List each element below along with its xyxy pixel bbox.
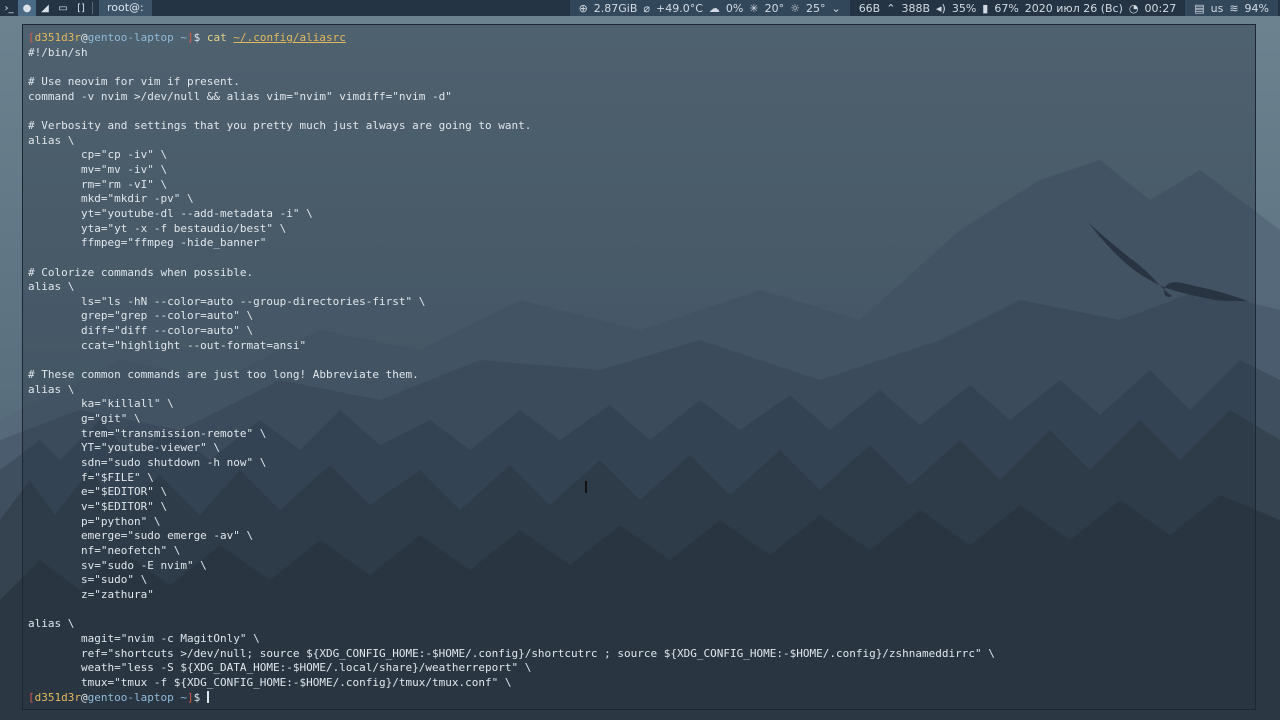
terminal-line: ccat="highlight --out-format=ansi"	[80, 338, 307, 352]
prompt-final: [d351d3r@gentoo-laptop ~]$	[28, 690, 207, 704]
terminal-line: ls="ls -hN --color=auto --group-director…	[80, 294, 426, 308]
volume-icon[interactable]: ◂)	[936, 2, 946, 15]
terminal-line: # Use neovim for vim if present.	[28, 74, 240, 88]
weather-temp: 25°	[805, 1, 826, 15]
gentoo-icon[interactable]: ●	[18, 0, 36, 16]
snowflake-icon: ✳	[749, 1, 759, 15]
network-stats: 66B ⌃ 388B ◂) 35% ▮ 67% 2020 июл 26 (Вс)…	[849, 0, 1186, 16]
terminal-line: alias \	[28, 382, 75, 396]
terminal-line: yta="yt -x -f bestaudio/best" \	[80, 221, 287, 235]
terminal-line: ref="shortcuts >/dev/null; source ${XDG_…	[80, 646, 995, 660]
display-icon[interactable]: ▭	[54, 0, 72, 16]
terminal-line: mv="mv -iv" \	[80, 162, 168, 176]
terminal-line: s="sudo" \	[80, 573, 148, 587]
terminal-line: rm="rm -vI" \	[80, 177, 168, 191]
weather-low: 20°	[764, 1, 785, 15]
cpu-temp: +49.0°C	[656, 1, 703, 15]
terminal-line: f="$FILE" \	[80, 470, 154, 484]
terminal-line: grep="grep --color=auto" \	[80, 309, 254, 323]
mouse-ibeam-cursor	[585, 481, 587, 493]
wifi-strength: 94%	[1244, 1, 1269, 15]
sun-icon: ☼	[790, 1, 800, 15]
cloud-icon: ☁	[708, 1, 720, 15]
terminal-line: z="zathura"	[80, 587, 154, 601]
terminal-window[interactable]: [d351d3r@gentoo-laptop ~]$ cat ~/.config…	[22, 24, 1256, 710]
misc-stats: ▤ us ≋ 94%	[1185, 0, 1278, 16]
terminal-line: sv="sudo -E nvim" \	[80, 558, 207, 572]
terminal-line: yt="youtube-dl --add-metadata -i" \	[80, 206, 313, 220]
battery-level: 67%	[994, 1, 1019, 15]
terminal-line: command -v nvim >/dev/null && alias vim=…	[28, 89, 452, 103]
upload-rate: 388B	[901, 1, 930, 15]
terminal-line: YT="youtube-viewer" \	[80, 441, 221, 455]
keyboard-layout[interactable]: us	[1211, 2, 1224, 15]
terminal-line: tmux="tmux -f ${XDG_CONFIG_HOME:-$HOME/.…	[80, 675, 512, 689]
terminal-line: # Verbosity and settings that you pretty…	[28, 118, 532, 132]
file-contents: #!/bin/sh # Use neovim for vim if presen…	[28, 46, 995, 689]
telegram-icon[interactable]: ◢	[36, 0, 54, 16]
terminal-line: magit="nvim -c MagitOnly" \	[80, 631, 260, 645]
battery-icon: ▮	[982, 1, 989, 15]
terminal-line: e="$EDITOR" \	[80, 485, 168, 499]
chevron-down-icon[interactable]: ⌄	[831, 2, 840, 15]
terminal-line: nf="neofetch" \	[80, 543, 181, 557]
wifi-icon: ≋	[1229, 1, 1239, 15]
terminal-line: sdn="sudo shutdown -h now" \	[80, 456, 267, 470]
terminal-line: # These common commands are just too lon…	[28, 368, 419, 382]
memory-usage: 2.87GiB	[593, 1, 638, 15]
terminal-line: g="git" \	[80, 412, 141, 426]
command: cat	[206, 31, 227, 44]
download-rate: 66B	[858, 1, 881, 15]
terminal-line: ka="killall" \	[80, 397, 174, 411]
terminal-icon[interactable]: ›_	[0, 0, 18, 16]
terminal-line: alias \	[28, 133, 75, 147]
terminal-line: # Colorize commands when possible.	[28, 265, 254, 279]
terminal-line: emerge="sudo emerge -av" \	[80, 529, 254, 543]
date[interactable]: 2020 июл 26 (Вс)	[1025, 2, 1123, 15]
clock-icon: ◔	[1128, 1, 1139, 15]
terminal-line: #!/bin/sh	[28, 45, 88, 59]
system-stats: ⊕ 2.87GiB ⌀ +49.0°C ☁ 0% ✳ 20° ☼ 25° ⌄	[569, 0, 850, 16]
prompt: [d351d3r@gentoo-laptop ~]$	[28, 31, 207, 44]
window-title[interactable]: root@:	[99, 0, 152, 16]
terminal-line: mkd="mkdir -pv" \	[80, 192, 194, 206]
layout-icon[interactable]: []	[72, 0, 90, 16]
volume-level[interactable]: 35%	[952, 2, 976, 15]
terminal-line: diff="diff --color=auto" \	[80, 324, 254, 338]
thermometer-icon: ⌀	[643, 1, 651, 15]
terminal-line: alias \	[28, 617, 75, 631]
terminal-line: weath="less -S ${XDG_DATA_HOME:-$HOME/.l…	[80, 661, 532, 675]
memory-icon: ⊕	[578, 1, 588, 15]
cpu-usage: 0%	[725, 1, 744, 15]
terminal-line: p="python" \	[80, 514, 161, 528]
divider	[92, 2, 93, 14]
time[interactable]: 00:27	[1145, 2, 1177, 15]
chevron-up-icon: ⌃	[886, 1, 896, 15]
terminal-output[interactable]: [d351d3r@gentoo-laptop ~]$ cat ~/.config…	[28, 31, 995, 705]
text-cursor	[206, 690, 209, 703]
terminal-line: ffmpeg="ffmpeg -hide_banner"	[80, 236, 267, 250]
terminal-line: trem="transmission-remote" \	[80, 426, 267, 440]
terminal-line: v="$EDITOR" \	[80, 500, 168, 513]
top-status-bar: ›_ ● ◢ ▭ [] root@: ⊕ 2.87GiB ⌀ +49.0°C ☁…	[0, 0, 1280, 16]
keyboard-icon: ▤	[1194, 1, 1205, 15]
terminal-line: cp="cp -iv" \	[80, 148, 168, 162]
command-argument: ~/.config/aliasrc	[233, 31, 346, 44]
terminal-line: alias \	[28, 280, 75, 294]
